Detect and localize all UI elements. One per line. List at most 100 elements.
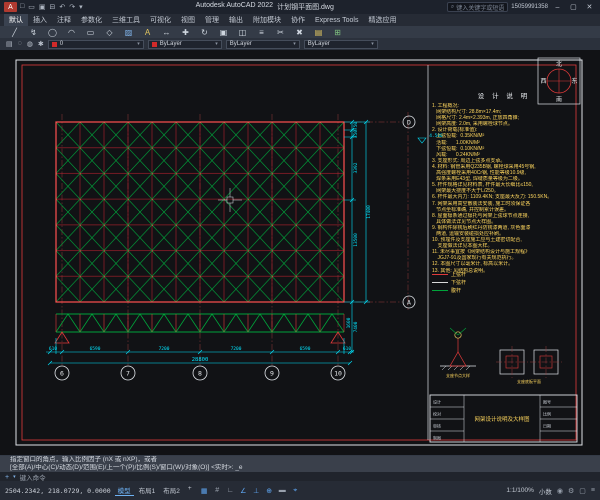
tab-annotate[interactable]: 注释 bbox=[52, 14, 76, 26]
trim-icon[interactable]: ✂ bbox=[274, 28, 287, 37]
mirror-icon[interactable]: ◫ bbox=[236, 28, 249, 37]
dimension-label[interactable]: 7200 bbox=[159, 346, 170, 352]
tab-output[interactable]: 输出 bbox=[224, 14, 248, 26]
dimension-label[interactable]: 750 bbox=[353, 122, 359, 130]
clean-screen-icon[interactable]: ▢ bbox=[579, 487, 586, 495]
undo-icon[interactable]: ↶ bbox=[59, 3, 65, 11]
layer-off-icon[interactable]: ◌ bbox=[18, 40, 22, 48]
snap-mode-toggle[interactable]: # bbox=[212, 487, 223, 495]
save-icon[interactable]: ▣ bbox=[39, 3, 46, 11]
grid-bubble-label[interactable]: 7 bbox=[126, 370, 130, 378]
linetype-combo[interactable]: ByLayer ▾ bbox=[226, 40, 300, 49]
copy-icon[interactable]: ▣ bbox=[217, 28, 230, 37]
truss-elevation[interactable] bbox=[55, 314, 345, 343]
tab-insert[interactable]: 插入 bbox=[28, 14, 52, 26]
color-combo[interactable]: ByLayer ▾ bbox=[148, 40, 222, 49]
redo-icon[interactable]: ↷ bbox=[69, 3, 75, 11]
dimension-label[interactable]: 7200 bbox=[231, 346, 242, 352]
print-icon[interactable]: ⊟ bbox=[49, 3, 55, 11]
lineweight-combo[interactable]: ByLayer ▾ bbox=[304, 40, 378, 49]
block-icon[interactable]: ⊞ bbox=[331, 28, 344, 37]
model-tab[interactable]: 模型 bbox=[115, 485, 134, 496]
line-icon[interactable]: ╱ bbox=[8, 28, 21, 37]
titleblock-row-label: 设计 bbox=[433, 399, 441, 405]
drawing-canvas[interactable]: 610 6590 7200 7200 6590 610 28800 750 35… bbox=[0, 50, 600, 455]
grid-display-toggle[interactable]: ▦ bbox=[199, 487, 210, 495]
erase-icon[interactable]: ✖ bbox=[293, 28, 306, 37]
osnap-toggle[interactable]: ⊥ bbox=[251, 487, 262, 495]
annotation-scale-button[interactable]: 1:1/100% bbox=[506, 487, 533, 494]
units-button[interactable]: 小数 bbox=[539, 486, 552, 496]
polar-tracking-toggle[interactable]: ∠ bbox=[238, 487, 249, 495]
tab-default[interactable]: 默认 bbox=[4, 14, 28, 26]
minimize-button[interactable]: – bbox=[551, 4, 564, 11]
dimension-label[interactable]: 1600 bbox=[346, 317, 352, 328]
qat-dropdown-icon[interactable]: ▾ bbox=[79, 3, 83, 11]
arc-icon[interactable]: ◠ bbox=[65, 28, 78, 37]
polyline-icon[interactable]: ↯ bbox=[27, 28, 40, 37]
layer-freeze-icon[interactable]: ✱ bbox=[38, 40, 44, 48]
tab-visualize[interactable]: 可视化 bbox=[145, 14, 176, 26]
rectangle-icon[interactable]: ▭ bbox=[84, 28, 97, 37]
space-frame-plan[interactable] bbox=[56, 122, 344, 302]
support-detail[interactable]: 支座节点大样 bbox=[440, 328, 476, 378]
dimension-label[interactable]: 13500 bbox=[353, 233, 359, 247]
account-button[interactable]: 15059991358 bbox=[511, 4, 548, 10]
new-file-icon[interactable]: □ bbox=[20, 3, 24, 11]
layer-properties-icon[interactable]: ▤ bbox=[6, 40, 13, 48]
tab-addins[interactable]: 附加模块 bbox=[248, 14, 286, 26]
customize-menu-icon[interactable]: ≡ bbox=[591, 487, 595, 495]
total-dimension-label[interactable]: 28800 bbox=[192, 357, 209, 363]
tab-view[interactable]: 视图 bbox=[176, 14, 200, 26]
grid-bubble-label[interactable]: 10 bbox=[334, 370, 342, 378]
dynamic-input-toggle[interactable]: ⌖ bbox=[290, 487, 301, 495]
new-layout-tab[interactable]: + bbox=[185, 485, 195, 496]
tab-manage[interactable]: 管理 bbox=[200, 14, 224, 26]
rotate-icon[interactable]: ↻ bbox=[198, 28, 211, 37]
polygon-icon[interactable]: ◇ bbox=[103, 28, 116, 37]
row-bubble-label[interactable]: D bbox=[407, 119, 411, 127]
dimension-label[interactable]: 6590 bbox=[90, 346, 101, 352]
grid-bubble-label[interactable]: 9 bbox=[270, 370, 274, 378]
dimension-label[interactable]: 610 bbox=[343, 346, 351, 352]
ortho-mode-toggle[interactable]: ∟ bbox=[225, 487, 236, 495]
maximize-button[interactable]: ▢ bbox=[567, 3, 580, 11]
dimension-label[interactable]: 17400 bbox=[366, 205, 372, 219]
dimension-icon[interactable]: ↔ bbox=[160, 28, 173, 37]
open-icon[interactable]: ▭ bbox=[28, 3, 35, 11]
workspace-gear-icon[interactable]: ⚙ bbox=[568, 487, 574, 495]
layer-combo[interactable]: 0 ▾ bbox=[48, 40, 144, 49]
tab-3dtools[interactable]: 三维工具 bbox=[107, 14, 145, 26]
circle-icon[interactable]: ◯ bbox=[46, 28, 59, 37]
base-plate-detail[interactable]: 支座底板平面 bbox=[496, 346, 562, 384]
command-history-dropdown-icon[interactable]: ▾ bbox=[13, 474, 16, 480]
tab-express[interactable]: Express Tools bbox=[310, 14, 363, 26]
layout2-tab[interactable]: 布局2 bbox=[160, 485, 183, 496]
move-icon[interactable]: ✚ bbox=[179, 28, 192, 37]
text-icon[interactable]: A bbox=[141, 28, 154, 37]
close-button[interactable]: ✕ bbox=[583, 3, 596, 11]
hatch-icon[interactable]: ▨ bbox=[122, 28, 135, 37]
tab-featured[interactable]: 精选应用 bbox=[363, 14, 401, 26]
dimension-label[interactable]: 3392 bbox=[353, 162, 359, 173]
dimension-label[interactable]: 350 bbox=[353, 130, 359, 138]
autocad-logo-icon[interactable]: A bbox=[4, 2, 17, 12]
osnap-tracking-toggle[interactable]: ⊕ bbox=[264, 487, 275, 495]
grid-bubble-label[interactable]: 8 bbox=[198, 370, 202, 378]
layers-icon[interactable]: ▤ bbox=[312, 28, 325, 37]
tab-collaborate[interactable]: 协作 bbox=[286, 14, 310, 26]
dimension-label[interactable]: 7400 bbox=[353, 321, 359, 332]
layer-isolate-icon[interactable]: ◍ bbox=[27, 40, 33, 48]
lineweight-toggle[interactable]: ▬ bbox=[277, 487, 288, 495]
dimension-label[interactable]: 6590 bbox=[300, 346, 311, 352]
tab-parametric[interactable]: 参数化 bbox=[76, 14, 107, 26]
annotation-visibility-icon[interactable]: ◉ bbox=[557, 487, 563, 495]
dimension-label[interactable]: 610 bbox=[49, 346, 57, 352]
color-swatch bbox=[152, 42, 157, 47]
offset-icon[interactable]: ≡ bbox=[255, 28, 268, 37]
help-search-box[interactable]: ⌕ 键入关键字或短语 bbox=[447, 2, 508, 12]
title-block[interactable]: 设计 校对 审核 制图 图号 比例 日期 网架设计说明及大样图 bbox=[430, 395, 577, 442]
layout1-tab[interactable]: 布局1 bbox=[136, 485, 159, 496]
grid-bubble-label[interactable]: 6 bbox=[60, 370, 64, 378]
row-bubble-label[interactable]: A bbox=[407, 299, 411, 307]
